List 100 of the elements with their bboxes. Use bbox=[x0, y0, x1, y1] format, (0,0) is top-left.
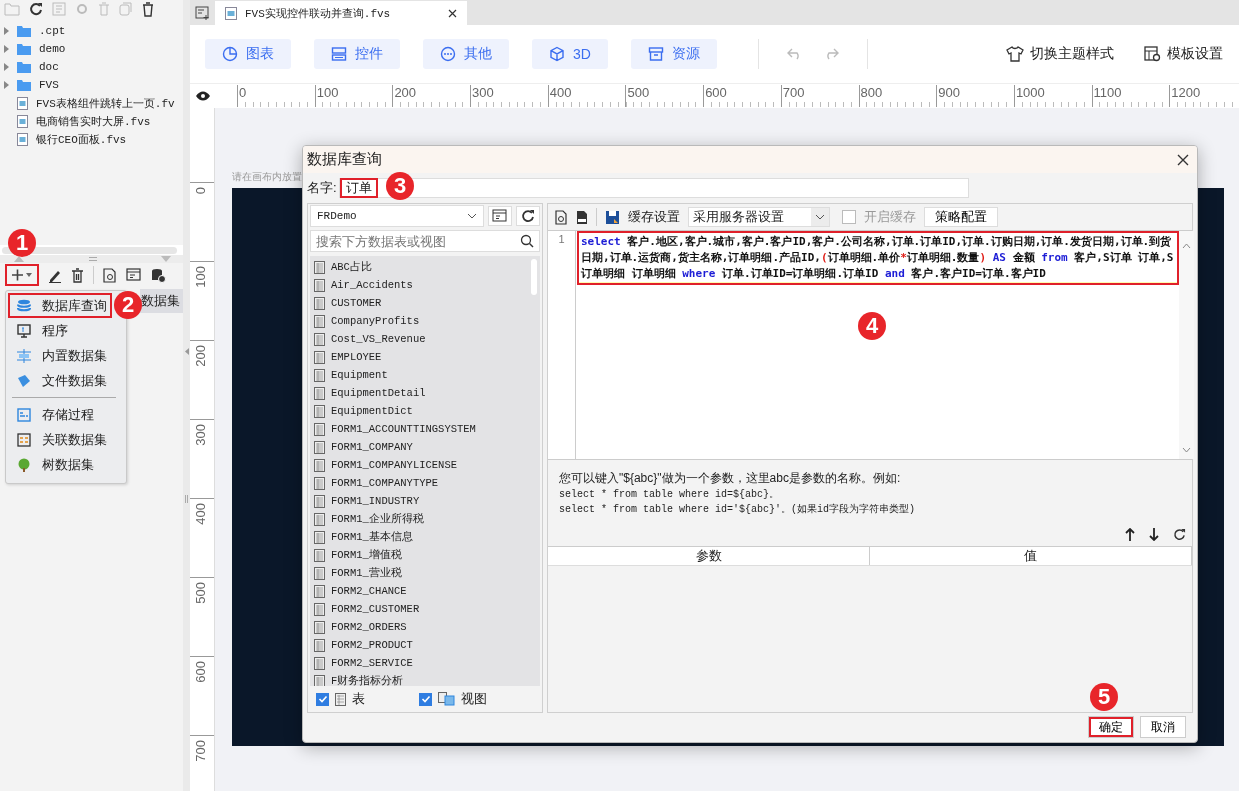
toolbar-button[interactable]: 3D bbox=[532, 39, 608, 69]
menu-item[interactable]: 存储过程 bbox=[8, 402, 124, 427]
table-item[interactable]: FORM1_基本信息 bbox=[331, 530, 413, 544]
toolbar-button[interactable]: 资源 bbox=[630, 39, 717, 69]
checkbox-label: 开启缓存 bbox=[864, 208, 916, 226]
preview-icon[interactable] bbox=[555, 209, 568, 225]
dataset-item[interactable]: 数据集 bbox=[140, 289, 183, 313]
expand-arrow-icon[interactable] bbox=[4, 63, 9, 71]
connection-edit-button[interactable] bbox=[488, 206, 512, 226]
checkbox[interactable] bbox=[316, 692, 329, 706]
toolbar-button[interactable]: 控件 bbox=[314, 39, 400, 69]
table-item[interactable]: FORM2_ORDERS bbox=[331, 621, 407, 633]
datasource-select[interactable]: FRDemo bbox=[310, 205, 484, 227]
new-template-icon[interactable] bbox=[195, 5, 211, 20]
grip-icon[interactable] bbox=[88, 257, 97, 261]
table-item[interactable]: FORM1_COMPANY bbox=[331, 441, 413, 453]
toolbar-button[interactable]: 切换主题样式 bbox=[1006, 45, 1114, 63]
checkbox[interactable] bbox=[419, 692, 432, 706]
visibility-icon[interactable] bbox=[195, 91, 211, 101]
table-item[interactable]: FORM2_CUSTOMER bbox=[331, 603, 420, 615]
table-item[interactable]: FORM2_PRODUCT bbox=[331, 639, 413, 651]
close-icon[interactable] bbox=[1177, 153, 1189, 166]
table-item[interactable]: CompanyProfits bbox=[331, 315, 420, 327]
tree-item[interactable]: FVS表格组件跳转上一页.fv bbox=[36, 95, 175, 111]
search-icon[interactable] bbox=[520, 234, 534, 248]
table-item[interactable]: EquipmentDetail bbox=[331, 387, 426, 399]
table-icon bbox=[314, 476, 325, 490]
table-icon bbox=[314, 548, 325, 562]
toolbar-button[interactable]: 图表 bbox=[205, 39, 291, 69]
table-item[interactable]: FORM1_营业税 bbox=[331, 566, 402, 580]
expand-arrow-icon[interactable] bbox=[4, 81, 9, 89]
table-item[interactable]: CUSTOMER bbox=[331, 297, 382, 309]
scroll-down-icon[interactable] bbox=[1182, 447, 1191, 453]
recycle-bin-icon[interactable] bbox=[142, 1, 154, 17]
menu-item[interactable]: 关联数据集 bbox=[8, 427, 124, 452]
table-item[interactable]: FORM2_CHANCE bbox=[331, 585, 407, 597]
refresh-icon[interactable] bbox=[1173, 527, 1186, 541]
menu-item[interactable]: 内置数据集 bbox=[8, 343, 124, 368]
cancel-button[interactable]: 取消 bbox=[1141, 717, 1185, 737]
table-item[interactable]: FORM1_COMPANYLICENSE bbox=[331, 459, 458, 471]
search-field[interactable]: 搜索下方数据表或视图 bbox=[310, 230, 540, 252]
folder-icon bbox=[17, 25, 31, 37]
table-item[interactable]: FORM1_增值税 bbox=[331, 548, 402, 562]
sql-code[interactable]: select 客户.地区,客户.城市,客户.客户ID,客户.公司名称,订单.订单ID,订单.订购日期,订单.发货日期,订单.到货日期,订单.运货商,货主名称,订单明细.产品ID,(订单明细.单价*订单明细.数量) AS 金额 from 客户,S订单 订单,S订单明细 订单明细 where 订单.订单ID=订单明细.订单ID and 客户.客户ID=订单.客户ID bbox=[577, 231, 1179, 285]
expand-arrow-icon[interactable] bbox=[4, 45, 9, 53]
toolbar-button[interactable]: 其他 bbox=[423, 39, 509, 69]
tree-item[interactable]: .cpt bbox=[39, 25, 66, 37]
table-item[interactable]: FORM1_ACCOUNTTINGSYSTEM bbox=[331, 423, 476, 435]
menu-item[interactable]: 数据库查询 bbox=[8, 293, 112, 318]
preview-icon[interactable] bbox=[103, 267, 117, 283]
table-item[interactable]: F财务指标分析 bbox=[331, 674, 404, 686]
vertical-ruler: 0 100 200 300 400 500 600 700 bbox=[190, 108, 215, 791]
sql-document-icon[interactable] bbox=[576, 209, 588, 225]
tree-item[interactable]: FVS bbox=[39, 79, 59, 91]
table-icon bbox=[314, 260, 325, 274]
refresh-icon[interactable] bbox=[29, 2, 43, 16]
plus-icon bbox=[11, 269, 33, 281]
toolbar-button[interactable]: 模板设置 bbox=[1144, 45, 1223, 63]
table-item[interactable]: FORM2_SERVICE bbox=[331, 657, 413, 669]
grip-icon[interactable] bbox=[185, 495, 188, 503]
refresh-button[interactable] bbox=[516, 206, 540, 226]
ok-button[interactable]: 确定 bbox=[1089, 717, 1133, 737]
menu-item[interactable]: 程序 bbox=[8, 318, 124, 343]
arrow-down-icon[interactable] bbox=[1149, 527, 1159, 541]
table-item[interactable]: FORM1_INDUSTRY bbox=[331, 495, 420, 507]
table-item[interactable]: EquipmentDict bbox=[331, 405, 413, 417]
file-icon bbox=[17, 96, 28, 110]
tree-item[interactable]: 银行CEO面板.fvs bbox=[36, 131, 127, 147]
save-icon[interactable] bbox=[605, 209, 620, 225]
scrollbar-thumb[interactable] bbox=[531, 259, 537, 295]
expand-arrow-icon[interactable] bbox=[4, 27, 9, 35]
table-item[interactable]: ABC占比 bbox=[331, 260, 372, 274]
dataset-edit-icon[interactable] bbox=[126, 268, 142, 282]
add-dropdown-button[interactable] bbox=[5, 264, 39, 286]
monitor-icon bbox=[17, 323, 31, 338]
table-item[interactable]: FORM1_COMPANYTYPE bbox=[331, 477, 439, 489]
database-icon[interactable] bbox=[151, 267, 166, 283]
strategy-button[interactable]: 策略配置 bbox=[924, 207, 998, 227]
arrow-up-icon[interactable] bbox=[1125, 527, 1135, 541]
table-icon bbox=[314, 512, 325, 526]
table-icon bbox=[314, 638, 325, 652]
trash-icon[interactable] bbox=[71, 267, 84, 283]
table-item[interactable]: FORM1_企业所得税 bbox=[331, 512, 424, 526]
editor-tab[interactable]: FVS实现控件联动并查询.fvs bbox=[215, 1, 467, 25]
menu-item[interactable]: 文件数据集 bbox=[8, 368, 124, 393]
tree-item[interactable]: doc bbox=[39, 61, 59, 73]
menu-item[interactable]: 树数据集 bbox=[8, 452, 124, 477]
caret-icon bbox=[815, 214, 825, 220]
table-item[interactable]: Air_Accidents bbox=[331, 279, 413, 291]
scroll-up-icon[interactable] bbox=[1182, 243, 1191, 249]
table-icon bbox=[314, 404, 325, 418]
table-icon bbox=[335, 692, 346, 706]
table-item[interactable]: Cost_VS_Revenue bbox=[331, 333, 426, 345]
dialog-title: 数据库查询 bbox=[307, 150, 382, 169]
table-item[interactable]: Equipment bbox=[331, 369, 388, 381]
close-icon[interactable] bbox=[448, 8, 457, 18]
cache-mode-select[interactable]: 采用服务器设置 bbox=[688, 207, 830, 227]
tree-item[interactable]: 电商销售实时大屏.fvs bbox=[36, 113, 151, 129]
table-item[interactable]: EMPLOYEE bbox=[331, 351, 382, 363]
tree-item[interactable]: demo bbox=[39, 43, 66, 55]
